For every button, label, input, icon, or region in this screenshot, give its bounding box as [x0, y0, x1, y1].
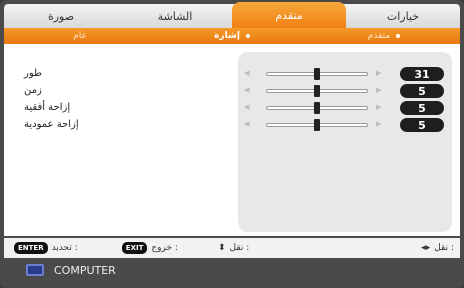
setting-row-clock[interactable]: زمن ◀ ▶ 5	[4, 83, 460, 99]
sub-tabs: عام إشارة متقدم	[4, 28, 460, 44]
slider-thumb[interactable]	[314, 102, 320, 114]
setting-label: زمن	[24, 85, 42, 96]
setting-value: 5	[400, 84, 444, 98]
tab-label: صورة	[47, 9, 75, 23]
enter-hint-label: تحديد :	[51, 243, 78, 253]
subtab-advanced[interactable]: متقدم	[308, 28, 460, 44]
setting-value: 31	[400, 67, 444, 81]
tab-advanced[interactable]: متقدم	[232, 2, 346, 28]
bullet-icon	[245, 34, 250, 38]
arrow-right-icon[interactable]: ▶	[376, 120, 381, 128]
tab-label: الشاشة	[157, 9, 193, 23]
setting-row-h-position[interactable]: إزاحة أفقية ◀ ▶ 5	[4, 100, 460, 116]
slider-thumb[interactable]	[314, 85, 320, 97]
tab-display[interactable]: الشاشة	[118, 4, 232, 28]
subtab-general[interactable]: عام	[4, 28, 156, 44]
setting-row-v-position[interactable]: إزاحة عمودية ◀ ▶ 5	[4, 117, 460, 133]
slider-thumb[interactable]	[314, 119, 320, 131]
slider-track[interactable]	[266, 85, 368, 97]
setting-label: طور	[24, 68, 42, 79]
subtab-label: عام	[73, 31, 87, 41]
slider-track[interactable]	[266, 119, 368, 131]
arrow-left-icon[interactable]: ◀	[244, 120, 249, 128]
setting-label: إزاحة عمودية	[24, 119, 79, 130]
osd-menu: صورة الشاشة متقدم خيارات عام إشارة متقدم…	[0, 0, 464, 288]
subtab-label: إشارة	[214, 31, 240, 41]
arrow-right-icon[interactable]: ▶	[376, 103, 381, 111]
enter-key-icon: ENTER	[14, 242, 48, 254]
input-source: COMPUTER	[4, 258, 460, 282]
updown-hint-label: نقل :	[229, 243, 250, 253]
settings-content: طور ◀ ▶ 31 زمن ◀ ▶ 5 إزاحة أفقية ◀ ▶ 5 إ…	[4, 44, 460, 236]
leftright-hint-label: نقل :	[434, 243, 454, 253]
updown-hint: ⬍ نقل :	[218, 243, 249, 253]
tab-label: متقدم	[275, 8, 303, 22]
arrow-right-icon[interactable]: ▶	[376, 69, 381, 77]
arrow-left-icon[interactable]: ◀	[244, 69, 249, 77]
tab-label: خيارات	[386, 9, 420, 23]
exit-hint: EXIT خروج :	[118, 242, 178, 254]
slider-thumb[interactable]	[314, 68, 320, 80]
arrow-right-icon[interactable]: ▶	[376, 86, 381, 94]
tab-options[interactable]: خيارات	[346, 4, 460, 28]
arrow-left-icon[interactable]: ◀	[244, 86, 249, 94]
exit-hint-label: خروج :	[151, 243, 178, 253]
source-label: COMPUTER	[54, 263, 116, 277]
setting-value: 5	[400, 118, 444, 132]
arrow-left-icon[interactable]: ◀	[244, 103, 249, 111]
bullet-icon	[396, 34, 401, 38]
tab-picture[interactable]: صورة	[4, 4, 118, 28]
key-hint-bar: ENTER تحديد : EXIT خروج : ⬍ نقل : ◂▸ نقل…	[4, 238, 460, 258]
setting-value: 5	[400, 101, 444, 115]
setting-label: إزاحة أفقية	[24, 102, 71, 113]
exit-key-icon: EXIT	[121, 242, 148, 254]
leftright-hint: ◂▸ نقل :	[421, 243, 454, 253]
left-right-arrow-icon: ◂▸	[421, 243, 431, 253]
subtab-signal[interactable]: إشارة	[156, 28, 308, 44]
subtab-label: متقدم	[367, 31, 391, 41]
enter-hint: ENTER تحديد :	[10, 242, 78, 254]
setting-row-phase[interactable]: طور ◀ ▶ 31	[4, 66, 460, 82]
up-down-arrow-icon: ⬍	[217, 243, 226, 253]
slider-track[interactable]	[266, 102, 368, 114]
slider-track[interactable]	[266, 68, 368, 80]
main-tabs: صورة الشاشة متقدم خيارات	[4, 2, 460, 28]
monitor-icon	[26, 264, 44, 276]
